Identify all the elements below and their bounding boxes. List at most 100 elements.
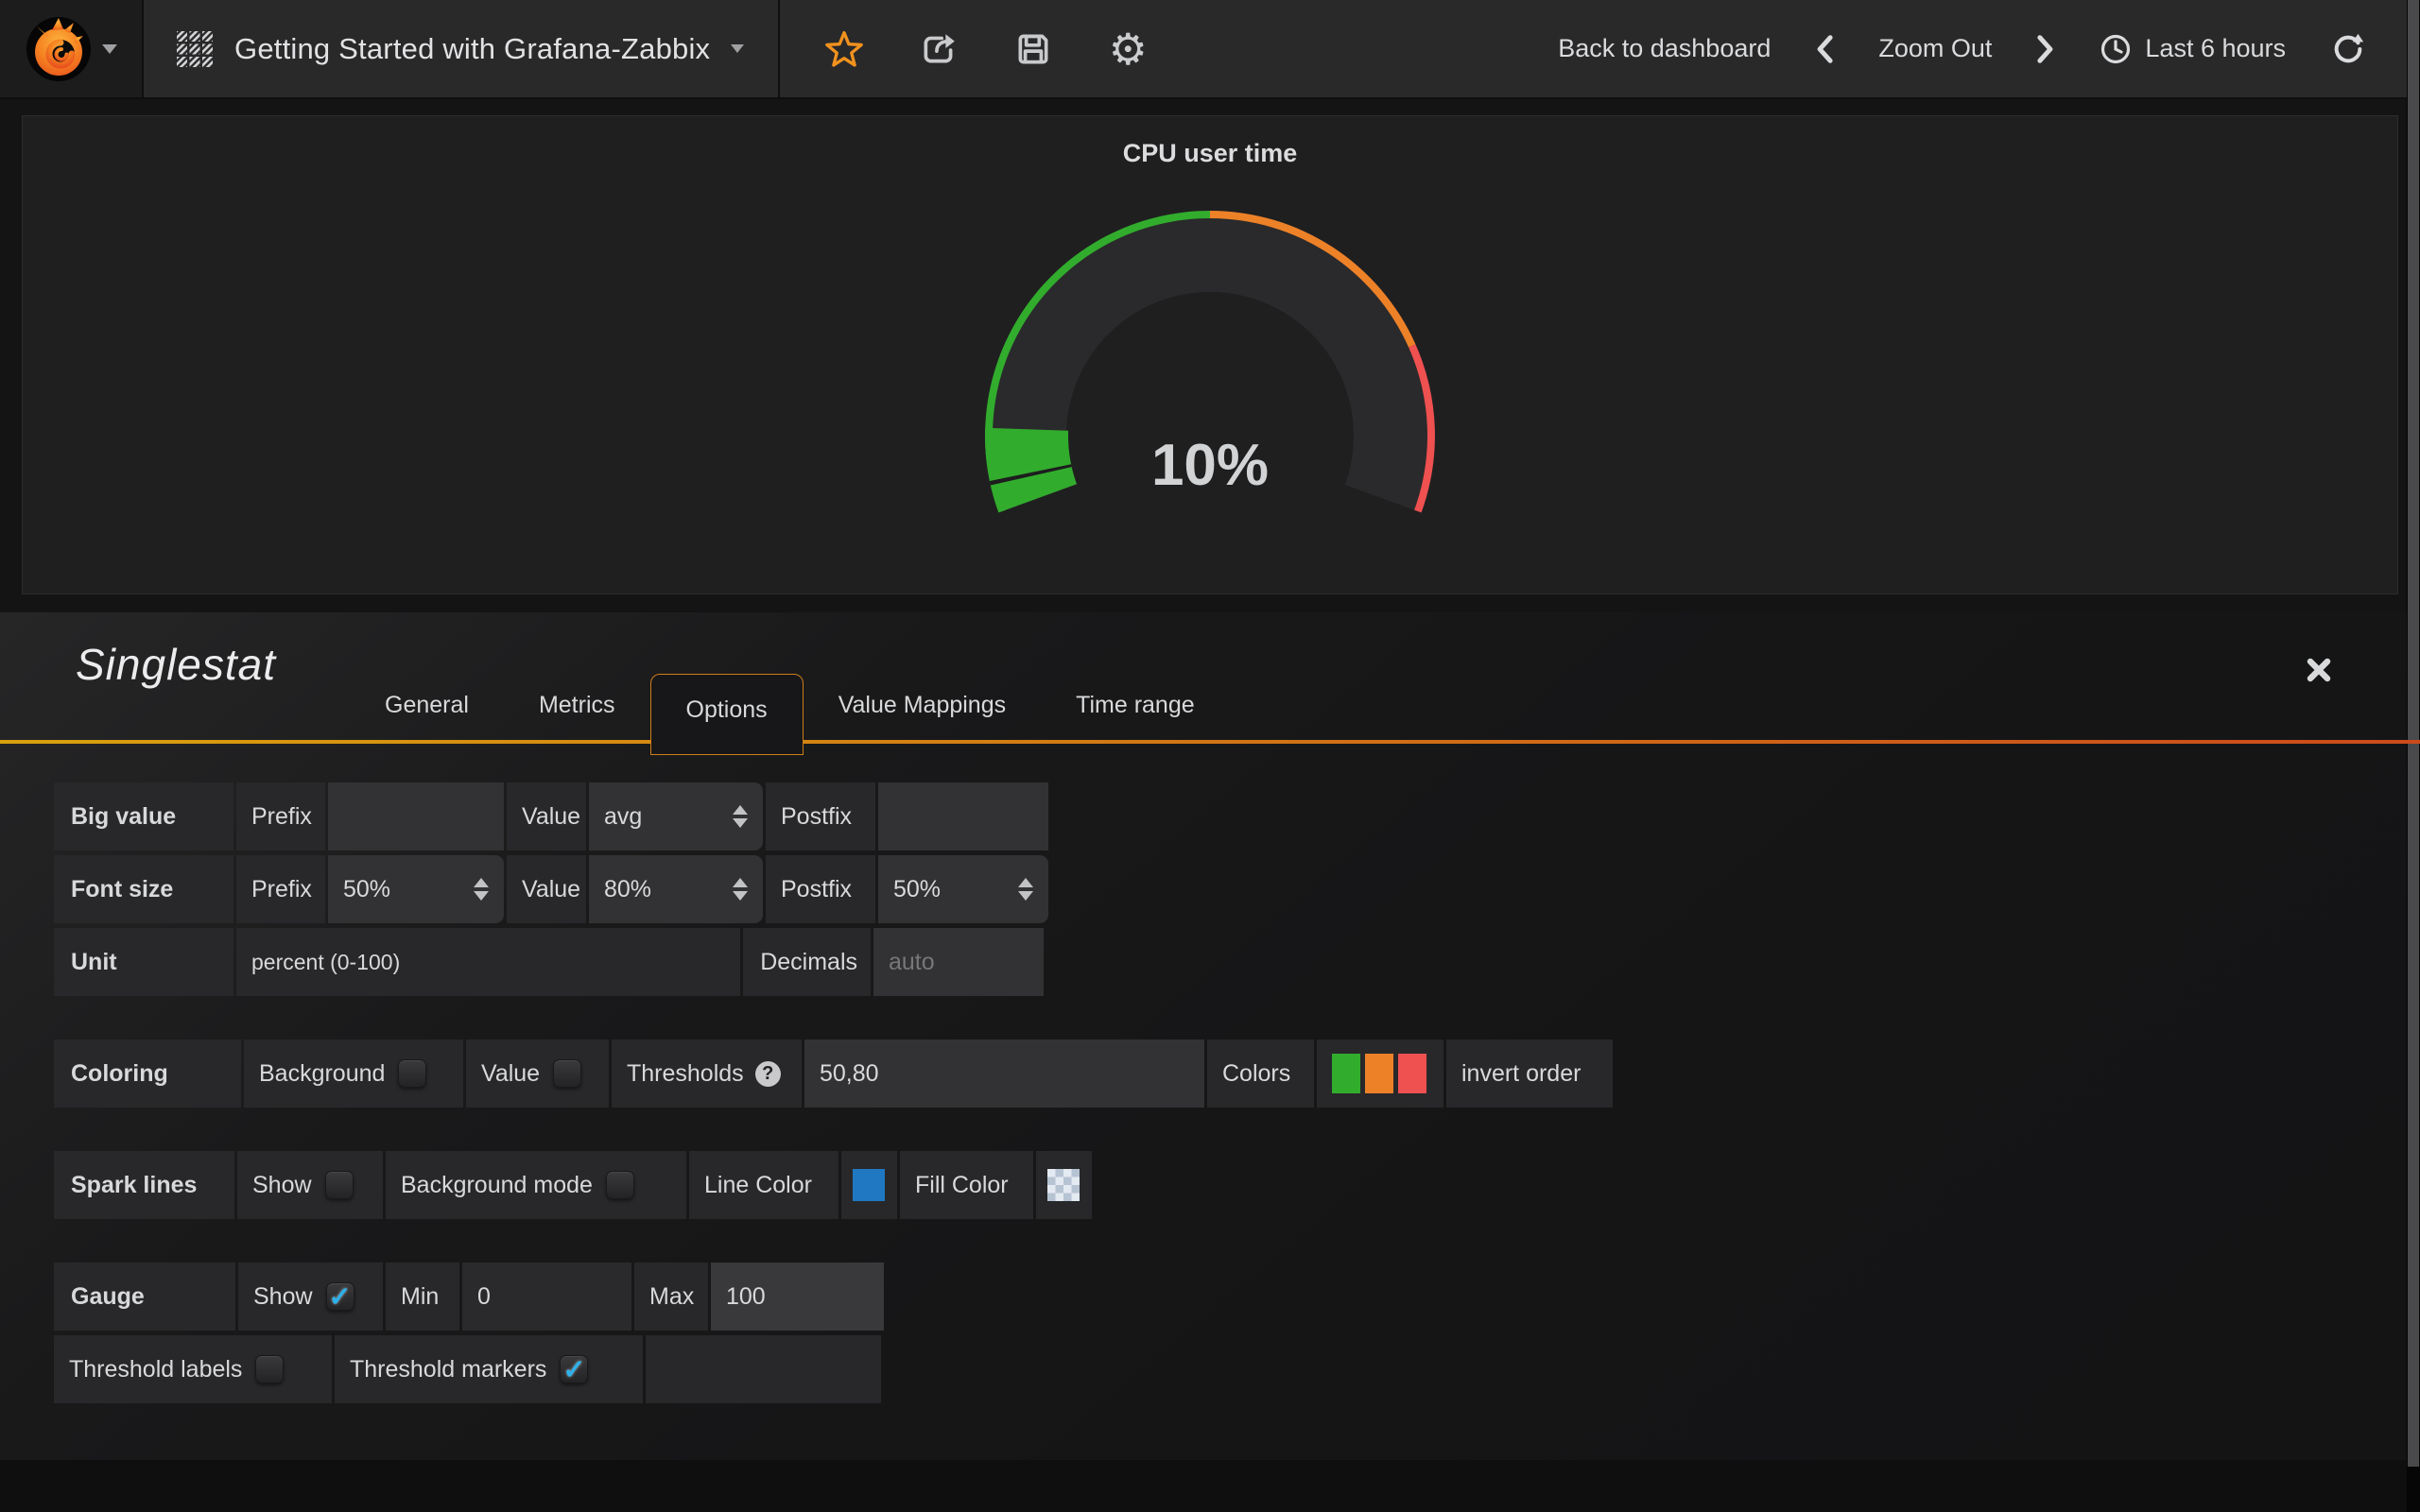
invert-order-button[interactable]: invert order	[1446, 1040, 1613, 1108]
navbar-actions: ⚙	[780, 26, 1150, 72]
threshold-labels-label: Threshold labels	[69, 1356, 242, 1383]
line-color-label: Line Color	[689, 1151, 838, 1219]
threshold-markers-label: Threshold markers	[350, 1356, 546, 1383]
coloring-value-cell: Value ✓	[466, 1040, 609, 1108]
threshold-markers-checkbox[interactable]: ✓	[560, 1355, 588, 1383]
back-to-dashboard-button[interactable]: Back to dashboard	[1558, 34, 1771, 63]
gauge-show-cell: Show ✓	[238, 1263, 383, 1331]
value-checkbox[interactable]: ✓	[553, 1059, 581, 1088]
threshold-color-swatch-orange[interactable]	[1365, 1054, 1393, 1093]
background-mode-checkbox[interactable]: ✓	[606, 1171, 634, 1199]
value-label: Value	[507, 782, 586, 850]
help-icon[interactable]: ?	[755, 1061, 781, 1087]
share-icon	[919, 29, 959, 69]
star-icon	[824, 29, 864, 69]
spark-lines-label: Spark lines	[54, 1151, 234, 1219]
threshold-color-swatch-red[interactable]	[1398, 1054, 1426, 1093]
close-icon	[2305, 656, 2333, 684]
time-range-button[interactable]: Last 6 hours	[2100, 33, 2286, 65]
threshold-markers-cell: Threshold markers ✓	[335, 1335, 643, 1403]
chevron-down-icon	[731, 44, 744, 53]
panel-title[interactable]: CPU user time	[23, 116, 2397, 168]
value-size-value: 80%	[604, 876, 651, 903]
refresh-icon	[2330, 31, 2366, 67]
select-spinner-icon	[1009, 878, 1033, 901]
select-spinner-icon	[723, 805, 748, 828]
tab-time-range[interactable]: Time range	[1041, 674, 1230, 740]
decimals-label: Decimals	[743, 928, 871, 996]
zoom-out-button[interactable]: Zoom Out	[1878, 34, 1992, 63]
star-button[interactable]	[821, 26, 867, 72]
spark-show-checkbox[interactable]: ✓	[325, 1171, 354, 1199]
show-label: Show	[252, 1172, 312, 1199]
background-mode-label: Background mode	[401, 1172, 593, 1199]
fill-color-label: Fill Color	[900, 1151, 1033, 1219]
zoom-left-button[interactable]	[1810, 26, 1839, 72]
dashboard-title-button[interactable]: Getting Started with Grafana-Zabbix	[144, 0, 778, 97]
line-color-cell	[841, 1151, 897, 1219]
dashboard-grid-icon	[176, 30, 214, 68]
thresholds-label: Thresholds	[627, 1060, 744, 1088]
dashboard-title: Getting Started with Grafana-Zabbix	[234, 32, 710, 66]
navbar-right: Back to dashboard Zoom Out Last 6 hours	[1558, 26, 2420, 72]
gear-icon: ⚙	[1109, 27, 1148, 71]
stat-select-value: avg	[604, 803, 642, 831]
share-button[interactable]	[916, 26, 961, 72]
editor-header: Singlestat General Metrics Options Value…	[0, 612, 2420, 744]
decimals-input[interactable]	[889, 949, 1028, 976]
decimals-input-cell	[873, 928, 1044, 996]
max-input-cell	[711, 1263, 884, 1331]
unit-row: Unit percent (0-100) Decimals	[54, 928, 2420, 996]
tab-value-mappings[interactable]: Value Mappings	[804, 674, 1041, 740]
prefix-input-cell	[328, 782, 504, 850]
tab-metrics[interactable]: Metrics	[504, 674, 650, 740]
check-icon: ✓	[328, 1280, 351, 1314]
value-label: Value	[507, 855, 586, 923]
unit-dropdown[interactable]: percent (0-100)	[236, 928, 740, 996]
value-size-select[interactable]: 80%	[589, 855, 763, 923]
grafana-logo-button[interactable]	[0, 0, 142, 97]
close-editor-button[interactable]	[2305, 656, 2333, 689]
postfix-label: Postfix	[766, 782, 875, 850]
prefix-label: Prefix	[236, 855, 325, 923]
clock-icon	[2100, 33, 2132, 65]
save-button[interactable]	[1011, 26, 1056, 72]
save-icon	[1013, 29, 1053, 69]
thresholds-input-cell	[804, 1040, 1204, 1108]
tab-general[interactable]: General	[350, 674, 504, 740]
threshold-color-swatch-green[interactable]	[1332, 1054, 1360, 1093]
grafana-logo-icon	[25, 15, 93, 83]
gauge-row: Gauge Show ✓ Min Max	[54, 1263, 2420, 1331]
prefix-size-select[interactable]: 50%	[328, 855, 504, 923]
max-label: Max	[634, 1263, 708, 1331]
big-value-prefix-input[interactable]	[343, 803, 489, 831]
gauge-min-input[interactable]	[477, 1283, 616, 1311]
postfix-label: Postfix	[766, 855, 875, 923]
big-value-postfix-input[interactable]	[893, 803, 1033, 831]
show-label: Show	[253, 1283, 313, 1311]
fill-color-swatch[interactable]	[1047, 1169, 1080, 1201]
refresh-button[interactable]	[2325, 26, 2371, 72]
zoom-right-button[interactable]	[2031, 26, 2060, 72]
check-icon: ✓	[562, 1353, 585, 1386]
gauge-show-checkbox[interactable]: ✓	[326, 1282, 354, 1311]
gauge-label: Gauge	[54, 1263, 235, 1331]
background-checkbox[interactable]: ✓	[398, 1059, 426, 1088]
time-range-label: Last 6 hours	[2145, 34, 2286, 63]
big-value-stat-select[interactable]: avg	[589, 782, 763, 850]
font-size-row: Font size Prefix 50% Value 80% Postfix 5…	[54, 855, 2420, 923]
line-color-swatch[interactable]	[853, 1169, 885, 1201]
coloring-label: Coloring	[54, 1040, 241, 1108]
threshold-labels-checkbox[interactable]: ✓	[255, 1355, 284, 1383]
threshold-options-row: Threshold labels ✓ Threshold markers ✓	[54, 1335, 2420, 1403]
font-size-label: Font size	[54, 855, 233, 923]
panel-editor: Singlestat General Metrics Options Value…	[0, 612, 2420, 1460]
tab-options[interactable]: Options	[650, 674, 804, 755]
thresholds-input[interactable]	[820, 1060, 1189, 1088]
settings-button[interactable]: ⚙	[1105, 26, 1150, 72]
postfix-size-select[interactable]: 50%	[878, 855, 1048, 923]
gauge-chart: 10%	[926, 199, 1494, 530]
gauge-max-input[interactable]	[726, 1283, 869, 1311]
fill-color-cell	[1036, 1151, 1092, 1219]
scrollbar-thumb[interactable]	[2408, 0, 2419, 1467]
